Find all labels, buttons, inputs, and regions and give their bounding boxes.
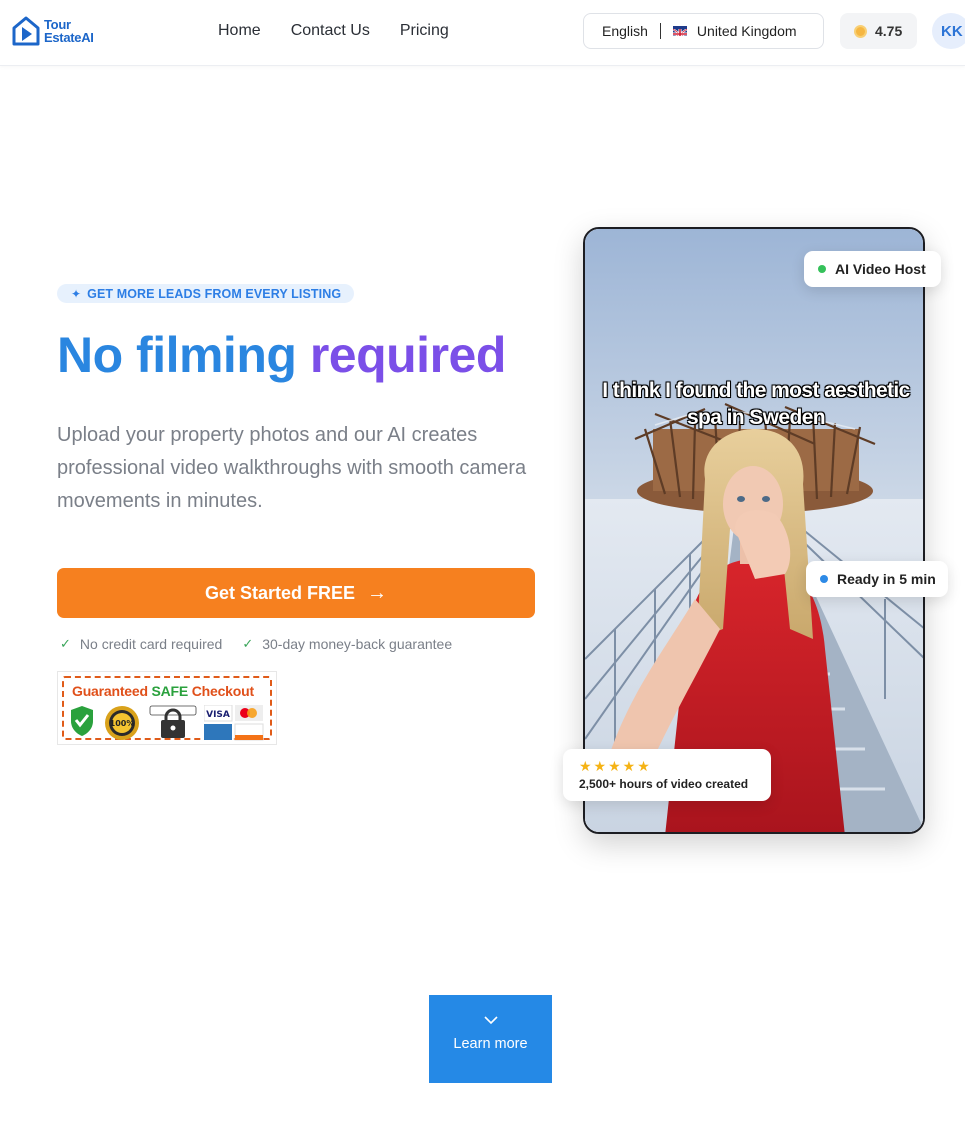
hero-headline: No filming required [57, 326, 506, 384]
arrow-right-icon: → [367, 581, 388, 604]
svg-text:VISA: VISA [206, 710, 230, 720]
safe-checkout-badge: Guaranteed SAFE Checkout 100% VISA [57, 671, 277, 745]
ai-video-host-label: AI Video Host [835, 261, 926, 277]
logo-house-play-icon [11, 15, 41, 47]
hero-badge: ✦ GET MORE LEADS FROM EVERY LISTING [57, 284, 355, 303]
chevron-down-icon [483, 1016, 498, 1025]
credits-value: 4.75 [875, 23, 903, 39]
video-caption: I think I found the most aesthetic spa i… [602, 379, 910, 429]
video-thumbnail-image [585, 229, 923, 832]
green-shield-icon [71, 706, 93, 736]
uk-flag-icon [672, 26, 687, 36]
stripe-lock-icon [149, 705, 197, 738]
video-preview[interactable]: I think I found the most aesthetic spa i… [583, 227, 925, 834]
ready-time-label: Ready in 5 min [837, 571, 936, 587]
top-navbar: Tour EstateAI Home Contact Us Pricing En… [0, 0, 965, 66]
nav-home-link[interactable]: Home [218, 22, 261, 40]
safe-checkout-title: Guaranteed SAFE Checkout [72, 683, 254, 699]
language-label: English [602, 23, 648, 39]
logo-text-line2: EstateAI [44, 30, 94, 45]
divider [659, 23, 661, 39]
guarantee-list: ✓ No credit card required ✓ 30-day money… [60, 636, 472, 652]
main-nav: Home Contact Us Pricing [218, 22, 479, 40]
hero-subtitle: Upload your property photos and our AI c… [57, 424, 527, 512]
user-avatar[interactable]: KK [932, 13, 965, 49]
hero-badge-text: GET MORE LEADS FROM EVERY LISTING [87, 286, 342, 301]
get-started-label: Get Started FREE [204, 582, 356, 603]
safe-title-pre: Guaranteed [72, 683, 152, 699]
sparkle-icon: ✦ [71, 286, 82, 301]
region-label: United Kingdom [696, 23, 797, 39]
guarantee-text: No credit card required [79, 636, 223, 652]
payment-cards-icon: VISA [204, 705, 264, 741]
language-region-selector[interactable]: English United Kingdom [583, 13, 824, 49]
checkmark-icon: ✓ [242, 636, 254, 651]
get-started-button[interactable]: Get Started FREE → [57, 568, 535, 618]
coin-icon [854, 24, 867, 38]
nav-contact-link[interactable]: Contact Us [291, 22, 370, 40]
safe-title-post: Checkout [188, 683, 254, 699]
five-stars-icon: ★★★★★ [579, 758, 652, 774]
guarantee-text: 30-day money-back guarantee [262, 636, 453, 652]
learn-more-button[interactable]: Learn more [429, 995, 552, 1083]
learn-more-label: Learn more [453, 1036, 528, 1052]
headline-part2: required [309, 327, 507, 383]
ai-video-host-chip: AI Video Host [804, 251, 941, 287]
guarantee-seal-icon: 100% [105, 706, 139, 740]
checkmark-icon: ✓ [60, 636, 71, 651]
logo[interactable]: Tour EstateAI [11, 15, 94, 47]
guarantee-item: ✓ 30-day money-back guarantee [242, 636, 452, 652]
guarantee-item: ✓ No credit card required [60, 636, 222, 652]
green-status-dot-icon [818, 265, 826, 273]
rating-chip: ★★★★★ 2,500+ hours of video created [563, 749, 771, 801]
blue-status-dot-icon [820, 575, 828, 583]
credits-balance[interactable]: 4.75 [840, 13, 917, 49]
headline-part1: No filming [57, 327, 297, 383]
safe-title-highlight: SAFE [151, 683, 189, 699]
ready-time-chip: Ready in 5 min [806, 561, 948, 597]
svg-text:100%: 100% [110, 719, 135, 728]
nav-pricing-link[interactable]: Pricing [400, 22, 449, 40]
rating-text: 2,500+ hours of video created [579, 777, 749, 791]
